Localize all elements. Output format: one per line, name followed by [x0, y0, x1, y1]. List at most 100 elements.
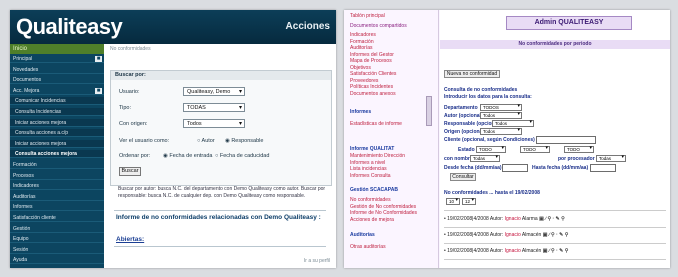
sidebar-link[interactable]: Mapa de Procesos [350, 58, 392, 64]
estado-select-3[interactable]: TODO [564, 146, 594, 153]
sidebar-section: Auditorías [350, 232, 375, 238]
sidebar-link[interactable]: No conformidades [350, 197, 391, 203]
origen-select[interactable]: Todos [480, 128, 522, 135]
sidebar-item[interactable]: Iniciar acciones mejora [10, 118, 104, 127]
profile-link[interactable]: Ir a su perfil [304, 258, 330, 264]
app-header: Qualiteasy Acciones [10, 10, 336, 44]
sidebar-item[interactable]: Informes [10, 203, 104, 212]
divider [114, 210, 326, 211]
autor-select[interactable]: Todos [480, 112, 522, 119]
hasta-label: Hasta fecha (dd/mm/aa) [532, 165, 589, 171]
sidebar-link[interactable]: Políticas Incidentes [350, 84, 393, 90]
action-icons[interactable]: ▣ ∕ ⚲ · ✎ ⚲ [543, 232, 569, 238]
radio-fecha-caducidad[interactable]: ○ Fecha de caducidad [215, 153, 269, 159]
page-select-2[interactable]: 12 [462, 198, 476, 205]
sidebar-link[interactable]: Tablón principal [350, 13, 385, 19]
desde-input[interactable] [502, 164, 528, 172]
radio-fecha-entrada-label: Fecha de entrada [169, 153, 213, 159]
result-row[interactable]: • 19/02/2008|4/2008 Autor: Ignacio Almac… [444, 248, 568, 254]
informe-title: Informe de no conformidades relacionadas… [116, 214, 321, 221]
departamento-select[interactable]: TODOS [480, 104, 522, 111]
sidebar-item[interactable]: Formación [10, 161, 104, 169]
result-row[interactable]: • 19/02/2008|4/2008 Autor: Ignacio Almac… [444, 232, 568, 238]
sidebar-item[interactable]: Principal [10, 55, 104, 63]
sidebar-item[interactable]: Consulta Incidencias [10, 108, 104, 116]
sidebar-item[interactable]: Documentos [10, 76, 104, 85]
sidebar-link[interactable]: Informe de No Conformidades [350, 210, 417, 216]
sidebar-item[interactable]: Equipo [10, 235, 104, 244]
sidebar-link[interactable]: Objetivos [350, 65, 371, 71]
consultar-button[interactable]: Consultar [450, 173, 476, 181]
sidebar-link[interactable]: Estadísticas de informe [350, 121, 402, 127]
procesador-select[interactable]: Todas [596, 155, 626, 162]
search-description: Buscar por autor: busca N.C. del departa… [118, 186, 326, 199]
action-icons[interactable]: ▣ ∕ ⚲ · ✎ ⚲ [543, 248, 569, 254]
result-author[interactable]: Ignacio [505, 216, 521, 222]
divider [444, 227, 666, 228]
sidebar-link[interactable]: Otras auditorías [350, 244, 386, 250]
result-author[interactable]: Ignacio [505, 232, 521, 238]
collapse-icon[interactable]: ■ [95, 56, 102, 62]
sidebar-link[interactable]: Acciones de mejora [350, 217, 394, 223]
sidebar-item[interactable]: Consulta acciones mejora [10, 150, 104, 159]
divider [444, 259, 666, 260]
nueva-nc-button[interactable]: Nueva no conformidad [444, 70, 500, 78]
clasif-select[interactable]: Todas [470, 155, 500, 162]
sidebar-link[interactable]: Documentos anexos [350, 91, 396, 97]
sidebar-link[interactable]: Satisfacción Clientes [350, 71, 396, 77]
sidebar-item[interactable]: Novedades [10, 66, 104, 74]
origen-select[interactable]: Todos [183, 119, 245, 129]
sidebar-link[interactable]: Mantenimiento Dirección [350, 153, 405, 159]
hasta-input[interactable] [590, 164, 616, 172]
sidebar-item[interactable]: Satisfacción cliente [10, 214, 104, 222]
sidebar-item[interactable]: Acc. Mejora [10, 87, 104, 95]
sidebar-item[interactable]: Procesos [10, 172, 104, 180]
sidebar-item[interactable]: Comunicar Incidencias [10, 97, 104, 106]
sidebar-item[interactable]: Consulta acciones a.c/p [10, 129, 104, 138]
sidebar-item[interactable]: Auditorías [10, 193, 104, 201]
breadcrumb[interactable]: No conformidades [110, 46, 151, 52]
sidebar-item[interactable]: Gestión [10, 225, 104, 233]
responsable-select[interactable]: Todos [492, 120, 534, 127]
sidebar-link[interactable]: Proveedores [350, 78, 378, 84]
radio-responsable[interactable]: ◉ Responsable [225, 138, 263, 144]
divider [444, 210, 666, 211]
sidebar-scrollbar[interactable] [426, 96, 432, 126]
result-who: Autor: [489, 248, 504, 254]
sidebar-link[interactable]: Informes del Gestor [350, 52, 394, 58]
search-form: Buscar por: Usuario: Qualiteasy, Demo Ti… [110, 70, 332, 186]
result-row[interactable]: • 19/02/2008|4/2008 Autor: Ignacio Alarm… [444, 216, 565, 222]
action-icons[interactable]: ▣ ∕ ⚲ · ✎ ⚲ [539, 216, 565, 222]
estado-select-2[interactable]: TODO [520, 146, 550, 153]
sidebar-link[interactable]: Informes Consulta [350, 173, 391, 179]
tipo-select[interactable]: TODAS [183, 103, 245, 113]
sidebar-link[interactable]: Indicadores [350, 32, 376, 38]
cliente-input[interactable] [536, 136, 596, 144]
collapse-icon[interactable]: ■ [95, 87, 102, 94]
sidebar-item[interactable]: Indicadores [10, 182, 104, 191]
sidebar-link[interactable]: Formación [350, 39, 374, 45]
sidebar-link[interactable]: Informes a nivel [350, 160, 385, 166]
sidebar-item[interactable]: Iniciar acciones mejora [10, 139, 104, 148]
result-date[interactable]: 19/02/2008|4/2008 [447, 232, 489, 238]
radio-autor[interactable]: ○ Autor [197, 138, 215, 144]
estado-select-1[interactable]: TODO [476, 146, 506, 153]
result-author[interactable]: Ignacio [505, 248, 521, 254]
sidebar-header[interactable]: Inicio [10, 44, 104, 54]
page-select-1[interactable]: 10 [446, 198, 460, 205]
result-date[interactable]: 19/02/2008|4/2008 [447, 216, 489, 222]
acciones-menu[interactable]: Acciones [286, 21, 330, 32]
sidebar-item[interactable]: Sesión [10, 246, 104, 254]
result-name: Almacén [521, 248, 542, 254]
admin-title: Admin QUALITEASY [506, 16, 632, 30]
sidebar-link[interactable]: Auditorías [350, 45, 373, 51]
sidebar-link[interactable]: Lista incidencias [350, 166, 387, 172]
buscar-button[interactable]: Buscar [119, 167, 141, 176]
sidebar-item[interactable]: Ayuda [10, 256, 104, 265]
radio-fecha-entrada[interactable]: ◉ Fecha de entrada [163, 153, 212, 159]
result-date[interactable]: 19/02/2008|4/2008 [447, 248, 489, 254]
sidebar-link[interactable]: Gestión de No conformidades [350, 204, 416, 210]
right-main: Admin QUALITEASY No conformidades por pe… [440, 10, 670, 268]
usuario-select[interactable]: Qualiteasy, Demo [183, 87, 245, 97]
abiertas-link[interactable]: Abiertas: [116, 236, 144, 243]
